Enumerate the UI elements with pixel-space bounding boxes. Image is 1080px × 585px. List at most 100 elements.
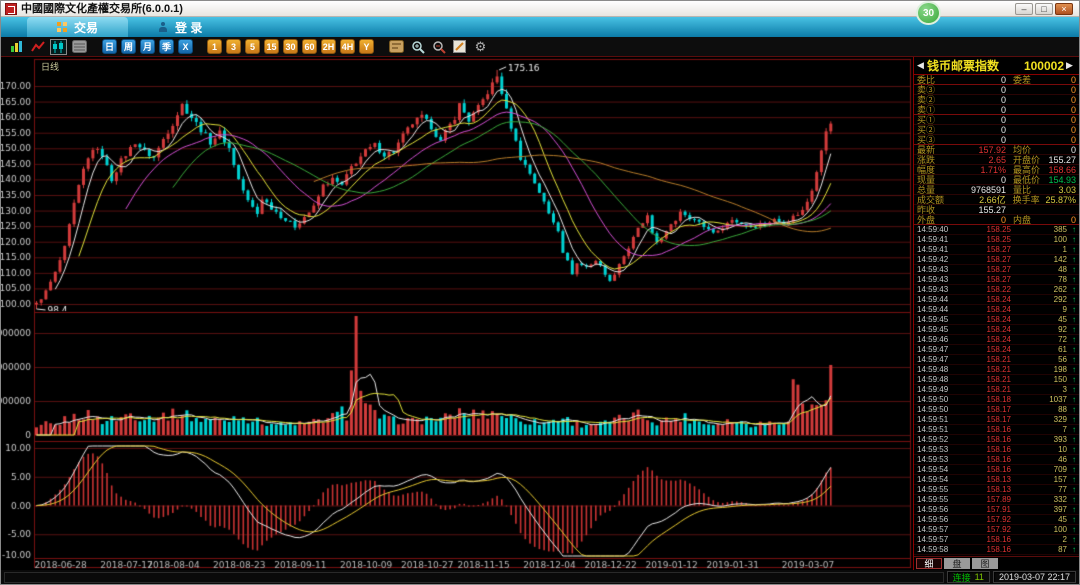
trend-line-icon[interactable] [29,39,46,55]
tick-time: 14:59:43 [917,275,949,284]
tick-volume: 100 [1053,525,1067,534]
custom-period-icon[interactable] [388,39,405,55]
tick-price: 158.25 [986,235,1011,244]
tick-volume: 3 [1062,385,1067,394]
tick-direction-icon: ↑ [1072,245,1076,254]
tick-price: 158.16 [986,445,1011,454]
tick-row: 14:59:46 158.24 72 ↑ [914,335,1079,345]
tick-price: 158.22 [986,285,1011,294]
tick-price: 158.16 [986,535,1011,544]
tick-time: 14:59:49 [917,385,949,394]
tick-price: 158.24 [986,305,1011,314]
minute-period-button[interactable]: Y [359,39,374,54]
period-button[interactable]: 季 [159,39,174,54]
minute-period-button[interactable]: 3 [226,39,241,54]
period-button[interactable]: 周 [121,39,136,54]
zoom-in-icon[interactable] [409,39,426,55]
tab-trade[interactable]: 交易 [27,17,129,37]
tick-price: 158.21 [986,365,1011,374]
maximize-button[interactable]: □ [1035,2,1053,15]
candlestick-icon[interactable] [50,38,67,55]
tick-direction-icon: ↑ [1072,295,1076,304]
quote-cell: 155.27 [978,204,1006,215]
board-icon[interactable] [71,39,88,55]
zoom-out-icon[interactable] [430,39,447,55]
close-button[interactable]: × [1055,2,1073,15]
tick-price: 158.24 [986,325,1011,334]
tick-row: 14:59:45 158.24 45 ↑ [914,315,1079,325]
quote-summary-row: 卖③ 0 0 [914,85,1079,95]
tick-direction-icon: ↑ [1072,255,1076,264]
tick-row: 14:59:50 158.17 88 ↑ [914,405,1079,415]
quote-cell: 均价 [1013,144,1032,155]
tick-direction-icon: ↑ [1072,425,1076,434]
quote-cell: 0 [1000,74,1006,85]
minute-period-button[interactable]: 15 [264,39,279,54]
tab-detail[interactable]: 细 [916,558,942,569]
tick-direction-icon: ↑ [1072,365,1076,374]
tick-volume: 1037 [1049,395,1067,404]
next-instrument-arrow[interactable]: ▶ [1066,60,1076,71]
tick-volume: 45 [1058,315,1067,324]
tick-volume: 92 [1058,325,1067,334]
tab-login[interactable]: 登 录 [128,17,232,37]
period-button[interactable]: 月 [140,39,155,54]
tick-volume: 72 [1058,335,1067,344]
minimize-button[interactable]: – [1015,2,1033,15]
minute-period-button[interactable]: 30 [283,39,298,54]
quote-cell: 最新 [917,144,936,155]
minute-period-button[interactable]: 5 [245,39,260,54]
tick-volume: 7 [1062,425,1067,434]
person-icon [158,22,168,32]
tick-time: 14:59:53 [917,445,949,454]
tick-direction-icon: ↑ [1072,305,1076,314]
quote-cell: 总量 [917,184,936,195]
quote-summary-row: 卖② 0 0 [914,95,1079,105]
tick-row: 14:59:51 158.17 329 ↑ [914,415,1079,425]
tick-row: 14:59:58 158.16 87 ↑ [914,545,1079,555]
bar-chart-icon[interactable] [8,39,25,55]
chart-area[interactable]: 日线 [1,57,913,570]
tick-price: 158.13 [986,485,1011,494]
tick-row: 14:59:40 158.25 385 ↑ [914,225,1079,235]
tick-time: 14:59:42 [917,255,949,264]
tick-time: 14:59:41 [917,235,949,244]
period-button[interactable]: 日 [102,39,117,54]
tick-price: 158.13 [986,475,1011,484]
tick-price: 158.27 [986,245,1011,254]
tick-direction-icon: ↑ [1072,345,1076,354]
quote-cell: 开盘价 [1013,154,1041,165]
minute-period-button[interactable]: 2H [321,39,336,54]
quote-summary-row: 昨收 155.27 [914,205,1079,215]
tick-row: 14:59:47 158.21 56 ↑ [914,355,1079,365]
edit-icon[interactable] [451,39,468,55]
minute-period-button[interactable]: 1 [207,39,222,54]
tick-price: 158.18 [986,395,1011,404]
quote-cell: 2.66亿 [979,194,1006,205]
quote-summary-row: 卖① 0 0 [914,105,1079,115]
kline-chart-canvas[interactable] [1,57,913,570]
tick-volume: 332 [1053,495,1067,504]
quote-summary-row: 外盘 0 内盘 0 [914,215,1079,225]
tick-time: 14:59:54 [917,475,949,484]
tick-time: 14:59:43 [917,285,949,294]
tab-minichart[interactable]: 图 [972,558,998,569]
status-filler [4,571,944,583]
tick-volume: 100 [1053,235,1067,244]
quote-cell: 0 [1000,124,1006,135]
quote-cell: 换手率 [1012,194,1040,205]
tab-orderbook[interactable]: 盘 [944,558,970,569]
quote-cell: 155.27 [1048,154,1076,165]
quote-summary-row: 成交额 2.66亿 换手率 25.87% [914,195,1079,205]
tick-time: 14:59:46 [917,335,949,344]
tick-row: 14:59:50 158.18 1037 ↑ [914,395,1079,405]
quote-header: ◀ 钱币邮票指数 100002 ▶ [914,57,1079,75]
quote-cell: 2.65 [988,154,1006,165]
prev-instrument-arrow[interactable]: ◀ [917,60,927,71]
quote-cell: 157.92 [978,144,1006,155]
minute-period-button[interactable]: 60 [302,39,317,54]
tick-volume: 56 [1058,355,1067,364]
minute-period-button[interactable]: 4H [340,39,355,54]
period-button[interactable]: X [178,39,193,54]
gear-icon[interactable]: ⚙ [472,39,489,55]
